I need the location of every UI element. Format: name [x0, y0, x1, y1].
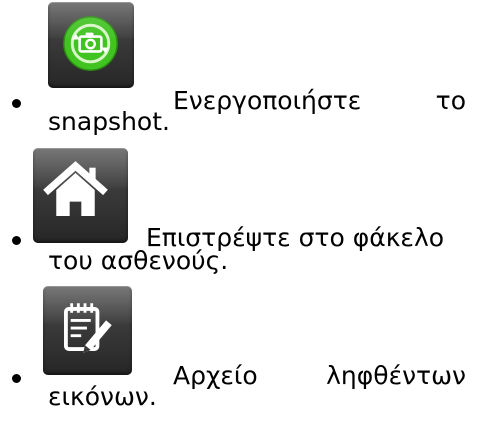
camera-snapshot-icon[interactable] — [48, 2, 134, 88]
item-word: Αρχείο — [173, 361, 258, 390]
item-text-line2: snapshot. — [48, 107, 170, 136]
item-word: Ενεργοποιήστε — [173, 86, 362, 115]
home-icon[interactable] — [33, 148, 128, 243]
list-item-images: Αρχείο ληφθέντων εικόνων. — [0, 284, 487, 423]
bullet — [12, 374, 21, 383]
item-text-line2: του ασθενούς. — [48, 246, 229, 275]
item-text-line2: εικόνων. — [48, 382, 157, 411]
list-item-snapshot: Ενεργοποιήστε το snapshot. — [0, 0, 487, 140]
bullet — [12, 236, 21, 245]
bullet — [12, 99, 21, 108]
notepad-edit-icon[interactable] — [43, 286, 132, 375]
list-item-home: Επιστρέψτε στο φάκελο του ασθενούς. — [0, 142, 487, 282]
item-word: το — [435, 86, 466, 115]
item-text-line1: Ενεργοποιήστε το — [173, 86, 466, 116]
item-text-line1: Αρχείο ληφθέντων — [173, 361, 466, 391]
item-word: ληφθέντων — [326, 361, 466, 390]
